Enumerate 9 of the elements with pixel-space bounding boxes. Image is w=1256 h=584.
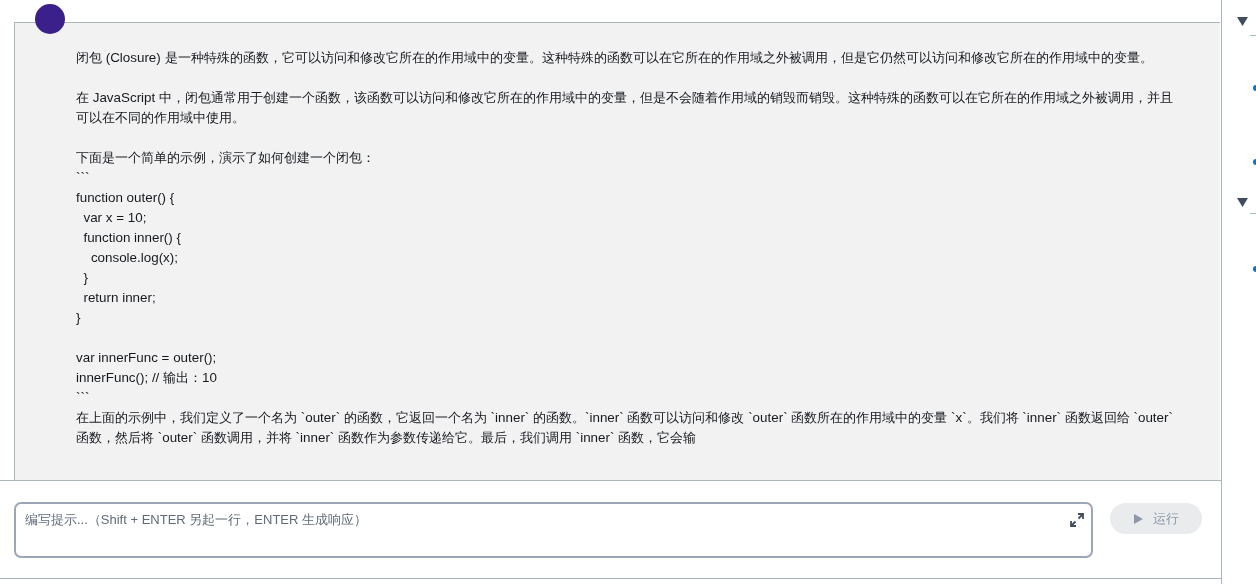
play-icon — [1133, 513, 1143, 524]
response-code-text: 下面是一个简单的示例，演示了如何创建一个闭包： ``` function outer() { var x = 10; function inner() { console.log(x); } return inner; } var innerFunc = outer(); innerFunc(); // 输出：10 ``` 在上面的示例中，我们定义了一个名为 `outer` 的函数，它返回一个名为 `inner` 的函数。`inner` 函数可以访问和修改 `outer` 函数所在的作用域中的变量 `x`。我们将 `inner` 函数返回给 `outer` 函数，然后将 `outer` 函数调用，并将 `inner` 函数作为参数传递给它。最后，我们调用 `inner` 函数，它会输 — [76, 149, 1174, 447]
collapse-triangle-icon[interactable] — [1237, 198, 1248, 207]
collapse-triangle-icon[interactable] — [1237, 17, 1248, 26]
assistant-avatar — [35, 4, 65, 34]
response-paragraph: 在 JavaScript 中，闭包通常用于创建一个函数，该函数可以访问和修改它所在的作用域中的变量，但是不会随着作用域的销毁而销毁。这种特殊的函数可以在它所在的作用域之外被调用，并且可以在不同的作用域中使用。 — [76, 89, 1174, 127]
response-paragraph: 闭包 (Closure) 是一种特殊的函数，它可以访问和修改它所在的作用域中的变量。这种特殊的函数可以在它所在的作用域之外被调用，但是它仍然可以访问和修改它所在的作用域中的变量。 — [76, 49, 1154, 67]
expand-icon[interactable] — [1070, 513, 1084, 527]
prompt-field[interactable]: 编写提示...（Shift + ENTER 另起一行，ENTER 生成响应） — [14, 502, 1093, 558]
